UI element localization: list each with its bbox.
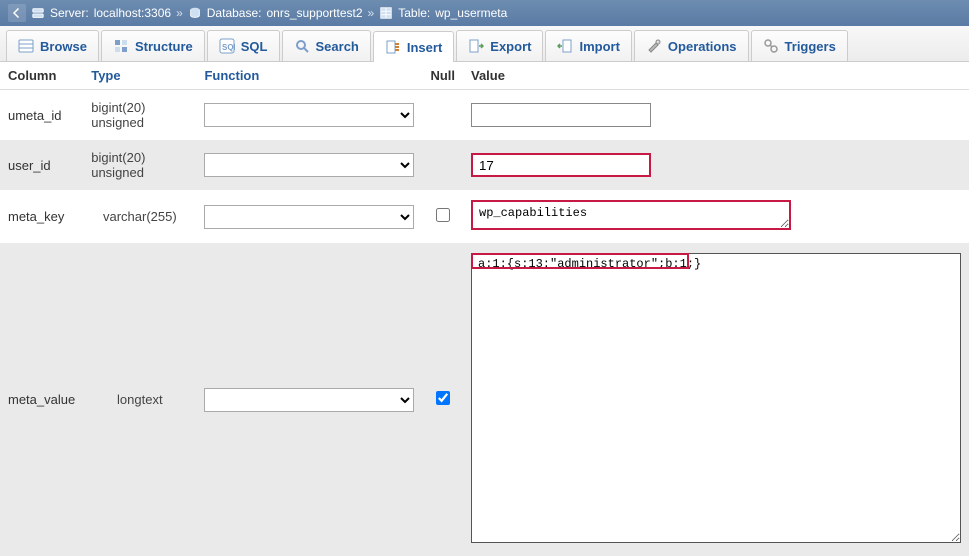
breadcrumb-sep: » — [176, 6, 183, 20]
tabs: Browse Structure SQL SQL Search Insert Ex… — [0, 26, 969, 62]
header-column: Column — [0, 62, 83, 90]
server-icon — [31, 6, 45, 20]
tab-structure[interactable]: Structure — [101, 30, 205, 61]
tab-sql[interactable]: SQL SQL — [207, 30, 280, 61]
tab-label: Export — [490, 39, 531, 54]
col-name: meta_key — [0, 190, 83, 243]
col-type: bigint(20) unsigned — [83, 90, 196, 141]
server-link[interactable]: localhost:3306 — [94, 6, 171, 20]
tab-operations[interactable]: Operations — [634, 30, 749, 61]
back-arrow-icon[interactable] — [8, 4, 26, 22]
server-label: Server: — [50, 6, 89, 20]
tab-insert[interactable]: Insert — [373, 31, 454, 62]
null-checkbox-meta_value[interactable] — [436, 391, 450, 405]
insert-table: Column Type Function Null Value umeta_id… — [0, 62, 969, 556]
function-select[interactable] — [204, 103, 414, 127]
tab-export[interactable]: Export — [456, 30, 543, 61]
tab-browse[interactable]: Browse — [6, 30, 99, 61]
function-select[interactable] — [204, 388, 414, 412]
database-link[interactable]: onrs_supporttest2 — [266, 6, 362, 20]
col-type: bigint(20) unsigned — [83, 140, 196, 190]
function-select[interactable] — [204, 205, 414, 229]
row-meta_key: meta_key varchar(255) — [0, 190, 969, 243]
tab-label: Insert — [407, 40, 442, 55]
tab-label: Structure — [135, 39, 193, 54]
database-label: Database: — [207, 6, 262, 20]
import-icon — [557, 38, 573, 54]
tab-label: Browse — [40, 39, 87, 54]
tab-label: SQL — [241, 39, 268, 54]
search-icon — [294, 38, 310, 54]
tab-label: Search — [316, 39, 359, 54]
null-checkbox-meta_key[interactable] — [436, 208, 450, 222]
tab-import[interactable]: Import — [545, 30, 631, 61]
insert-icon — [385, 39, 401, 55]
database-icon — [188, 6, 202, 20]
value-textarea-meta_key[interactable] — [471, 200, 791, 230]
value-input-umeta_id[interactable] — [471, 103, 651, 127]
table-link[interactable]: wp_usermeta — [435, 6, 507, 20]
tab-label: Operations — [668, 39, 737, 54]
col-name: umeta_id — [0, 90, 83, 141]
col-type: longtext — [83, 243, 196, 556]
insert-form: Column Type Function Null Value umeta_id… — [0, 62, 969, 556]
tab-search[interactable]: Search — [282, 30, 371, 61]
operations-icon — [646, 38, 662, 54]
breadcrumb-sep: » — [368, 6, 375, 20]
row-meta_value: meta_value longtext — [0, 243, 969, 556]
structure-icon — [113, 38, 129, 54]
sql-icon: SQL — [219, 38, 235, 54]
tab-triggers[interactable]: Triggers — [751, 30, 848, 61]
tab-label: Triggers — [785, 39, 836, 54]
function-select[interactable] — [204, 153, 414, 177]
value-textarea-meta_value[interactable] — [471, 253, 961, 543]
row-user_id: user_id bigint(20) unsigned — [0, 140, 969, 190]
header-type[interactable]: Type — [83, 62, 196, 90]
breadcrumb: Server: localhost:3306 » Database: onrs_… — [0, 0, 969, 26]
col-name: user_id — [0, 140, 83, 190]
header-value: Value — [463, 62, 969, 90]
export-icon — [468, 38, 484, 54]
table-icon — [379, 6, 393, 20]
svg-text:SQL: SQL — [222, 43, 235, 52]
tab-label: Import — [579, 39, 619, 54]
col-name: meta_value — [0, 243, 83, 556]
header-null: Null — [422, 62, 463, 90]
table-label: Table: — [398, 6, 430, 20]
row-umeta_id: umeta_id bigint(20) unsigned — [0, 90, 969, 141]
header-function[interactable]: Function — [196, 62, 422, 90]
triggers-icon — [763, 38, 779, 54]
browse-icon — [18, 38, 34, 54]
col-type: varchar(255) — [83, 190, 196, 243]
value-input-user_id[interactable] — [471, 153, 651, 177]
